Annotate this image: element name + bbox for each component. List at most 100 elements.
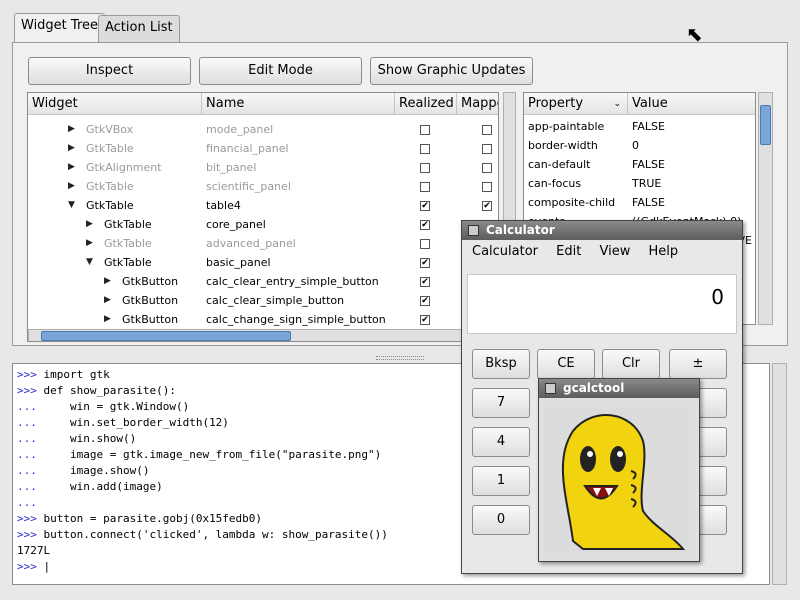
tree-row[interactable]: ▶ GtkVBox mode_panel <box>28 120 498 139</box>
digit-7-button[interactable]: 7 <box>472 388 530 418</box>
console-prompt: >>> <box>17 368 44 381</box>
menu-calculator[interactable]: Calculator <box>472 244 538 259</box>
widget-name: bit_panel <box>206 161 257 174</box>
digit-1-button[interactable]: 1 <box>472 466 530 496</box>
console-prompt: ... <box>17 496 44 509</box>
property-name: can-focus <box>528 177 582 190</box>
gcalctool-titlebar[interactable]: gcalctool <box>539 379 699 398</box>
tree-row[interactable]: ▼ GtkTable table4 ✔ ✔ <box>28 196 498 215</box>
bksp-button[interactable]: Bksp <box>472 349 530 379</box>
property-value[interactable]: TRUE <box>632 174 661 193</box>
realized-checkbox[interactable] <box>420 144 430 154</box>
property-value[interactable]: FALSE <box>632 155 665 174</box>
expander-icon[interactable]: ▶ <box>68 158 75 177</box>
property-value[interactable]: FALSE <box>632 117 665 136</box>
column-header-mapped[interactable]: Mappe <box>457 93 498 115</box>
realized-checkbox[interactable] <box>420 125 430 135</box>
console-text: image.show() <box>43 464 150 477</box>
realized-checkbox[interactable] <box>420 182 430 192</box>
property-name: composite-child <box>528 196 616 209</box>
inspect-button[interactable]: Inspect <box>28 57 191 85</box>
tree-row[interactable]: ▶ GtkButton calc_clear_entry_simple_button… <box>28 272 498 291</box>
tab-action-list[interactable]: Action List <box>98 15 180 42</box>
calculator-titlebar[interactable]: Calculator <box>462 221 742 240</box>
mapped-checkbox[interactable] <box>482 125 492 135</box>
property-row[interactable]: composite-child FALSE <box>524 193 755 212</box>
column-header-name[interactable]: Name <box>202 93 395 115</box>
tab-widget-tree[interactable]: Widget Tree <box>14 13 105 43</box>
expander-icon[interactable]: ▶ <box>68 120 75 139</box>
horizontal-scrollbar[interactable] <box>28 329 498 341</box>
column-header-realized[interactable]: Realized <box>395 93 457 115</box>
widget-type: GtkTable <box>104 237 152 250</box>
properties-vertical-scrollbar[interactable] <box>758 92 773 325</box>
column-header-widget[interactable]: Widget <box>28 93 202 115</box>
expander-icon[interactable]: ▶ <box>68 177 75 196</box>
tree-row[interactable]: ▶ GtkTable financial_panel <box>28 139 498 158</box>
tab-label: Widget Tree <box>21 18 98 33</box>
realized-checkbox[interactable]: ✔ <box>420 296 430 306</box>
tree-row[interactable]: ▶ GtkButton calc_change_sign_simple_button… <box>28 310 498 329</box>
property-row[interactable]: can-focus TRUE <box>524 174 755 193</box>
edit-mode-button[interactable]: Edit Mode <box>199 57 362 85</box>
realized-checkbox[interactable]: ✔ <box>420 277 430 287</box>
scrollbar-thumb[interactable] <box>760 105 771 145</box>
ce-button[interactable]: CE <box>537 349 595 379</box>
widget-tree-view[interactable]: Widget Name Realized Mappe ▶ GtkVBox mode_… <box>27 92 499 342</box>
console-prompt: ... <box>17 400 44 413</box>
mapped-checkbox[interactable] <box>482 182 492 192</box>
realized-checkbox[interactable] <box>420 163 430 173</box>
expander-icon[interactable]: ▶ <box>104 310 111 329</box>
clr-button[interactable]: Clr <box>602 349 660 379</box>
tree-row[interactable]: ▼GtkTablebasic_panel✔✔ <box>28 253 498 272</box>
mapped-checkbox[interactable]: ✔ <box>482 201 492 211</box>
property-row[interactable]: app-paintable FALSE <box>524 117 755 136</box>
menu-view[interactable]: View <box>599 244 630 259</box>
tree-row[interactable]: ▶ GtkTable scientific_panel <box>28 177 498 196</box>
menu-help[interactable]: Help <box>648 244 678 259</box>
menu-edit[interactable]: Edit <box>556 244 581 259</box>
realized-checkbox[interactable]: ✔ <box>420 258 430 268</box>
digit-0-button[interactable]: 0 <box>472 505 530 535</box>
change-sign-button[interactable]: ± <box>669 349 727 379</box>
expander-icon[interactable]: ▶ <box>104 272 111 291</box>
pane-splitter[interactable] <box>376 356 424 360</box>
tree-row[interactable]: ▶ GtkAlignment bit_panel <box>28 158 498 177</box>
expander-icon[interactable]: ▼ <box>86 253 93 272</box>
property-row[interactable]: can-default FALSE <box>524 155 755 174</box>
parasite-image <box>543 401 695 559</box>
realized-checkbox[interactable]: ✔ <box>420 201 430 211</box>
show-graphic-updates-button[interactable]: Show Graphic Updates <box>370 57 533 85</box>
realized-checkbox[interactable]: ✔ <box>420 315 430 325</box>
widget-name: core_panel <box>206 218 266 231</box>
console-scrollbar[interactable] <box>772 363 787 585</box>
calculator-app-icon <box>468 225 479 236</box>
property-row[interactable]: border-width 0 <box>524 136 755 155</box>
tree-row[interactable]: ▶ GtkTable advanced_panel <box>28 234 498 253</box>
scrollbar-thumb[interactable] <box>41 331 291 341</box>
mapped-checkbox[interactable] <box>482 163 492 173</box>
property-value[interactable]: 0 <box>632 136 639 155</box>
widget-type: GtkTable <box>86 199 134 212</box>
widget-name: advanced_panel <box>206 237 296 250</box>
widget-type: GtkTable <box>86 142 134 155</box>
property-value[interactable]: FALSE <box>632 193 665 212</box>
property-name: app-paintable <box>528 120 605 133</box>
realized-checkbox[interactable] <box>420 239 430 249</box>
expander-icon[interactable]: ▶ <box>86 234 93 253</box>
expander-icon[interactable]: ▶ <box>104 291 111 310</box>
calculator-menubar: Calculator Edit View Help <box>462 240 742 264</box>
widget-name: scientific_panel <box>206 180 291 193</box>
widget-name: calc_change_sign_simple_button <box>206 313 386 326</box>
mapped-checkbox[interactable] <box>482 144 492 154</box>
console-text: button = parasite.gobj(0x15fedb0) <box>43 512 263 525</box>
digit-4-button[interactable]: 4 <box>472 427 530 457</box>
expander-icon[interactable]: ▶ <box>86 215 93 234</box>
expander-icon[interactable]: ▼ <box>68 196 75 215</box>
tree-row[interactable]: ▶GtkTablecore_panel✔✔ <box>28 215 498 234</box>
realized-checkbox[interactable]: ✔ <box>420 220 430 230</box>
column-header-property[interactable]: Property ⌄ <box>524 93 628 115</box>
expander-icon[interactable]: ▶ <box>68 139 75 158</box>
column-header-value[interactable]: Value <box>628 93 755 115</box>
tree-row[interactable]: ▶GtkButtoncalc_clear_simple_button✔✔ <box>28 291 498 310</box>
